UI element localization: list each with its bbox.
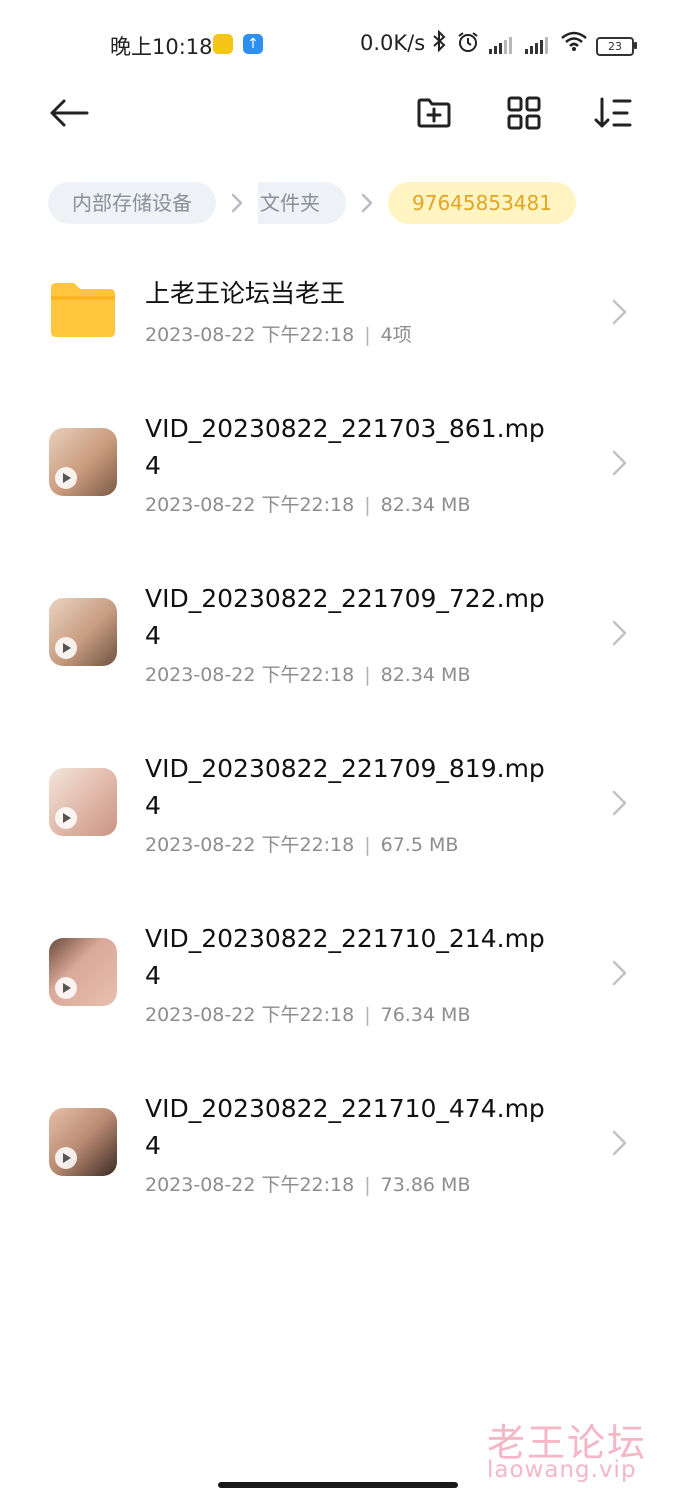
folder-row[interactable]: 上老王论坛当老王 2023-08-22 下午22:18 | 4项 [0,250,675,380]
chevron-right-icon [612,299,627,325]
file-date: 2023-08-22 下午22:18 [145,664,355,686]
file-date: 2023-08-22 下午22:18 [145,1174,355,1196]
file-date: 2023-08-22 下午22:18 [145,834,355,856]
sort-button[interactable] [588,88,638,138]
breadcrumb: 内部存储设备 文件夹 97645853481 [48,181,576,225]
video-thumbnail [49,428,117,496]
file-size: 82.34 MB [380,494,471,516]
wifi-icon [560,30,588,57]
file-meta: 2023-08-22 下午22:18 | 76.34 MB [145,1000,471,1027]
status-time: 晚上10:18 [110,35,213,59]
app-notification-icon [213,34,233,54]
chevron-right-icon [612,960,627,986]
breadcrumb-item-current[interactable]: 97645853481 [388,182,576,224]
file-meta: 2023-08-22 下午22:18 | 82.34 MB [145,660,471,687]
file-name: VID_20230822_221710_214.mp4 [145,924,545,990]
file-name: VID_20230822_221703_861.mp4 [145,414,545,480]
alarm-icon [456,30,480,59]
upload-app-icon: ↑ [243,34,263,54]
chevron-right-icon [612,790,627,816]
file-meta: 2023-08-22 下午22:18 | 67.5 MB [145,830,458,857]
file-meta: 2023-08-22 下午22:18 | 82.34 MB [145,490,471,517]
file-row[interactable]: VID_20230822_221710_214.mp4 2023-08-22 下… [0,910,675,1060]
file-date: 2023-08-22 下午22:18 [145,1004,355,1026]
bluetooth-icon [432,29,446,57]
chevron-right-icon [612,620,627,646]
battery-tip [634,42,637,49]
file-row[interactable]: VID_20230822_221709_722.mp4 2023-08-22 下… [0,570,675,720]
chevron-right-icon [346,192,388,214]
watermark-url: laowang.vip [487,1457,637,1483]
meta-separator: | [364,1174,371,1196]
file-size: 82.34 MB [380,664,471,686]
network-speed: 0.0K/s [360,31,426,55]
file-row[interactable]: VID_20230822_221710_474.mp4 2023-08-22 下… [0,1080,675,1230]
back-arrow-icon [50,99,89,127]
meta-separator: | [364,324,371,346]
battery-icon: 23 [596,37,634,56]
file-name: VID_20230822_221709_819.mp4 [145,754,545,820]
file-size: 76.34 MB [380,1004,471,1026]
new-folder-icon [417,98,451,128]
video-thumbnail [49,598,117,666]
breadcrumb-item-folder[interactable]: 文件夹 [258,182,346,224]
file-size: 73.86 MB [380,1174,471,1196]
new-folder-button[interactable] [409,88,459,138]
video-thumbnail [49,768,117,836]
meta-separator: | [364,834,371,856]
file-name: VID_20230822_221710_474.mp4 [145,1094,545,1160]
home-indicator[interactable] [218,1482,458,1488]
status-bar: 晚上10:18 ↑ 0.0K/s 23 [0,0,675,90]
folder-icon [51,283,115,337]
file-item-count: 4项 [380,324,412,346]
file-name: VID_20230822_221709_722.mp4 [145,584,545,650]
chevron-right-icon [216,192,258,214]
signal-icon [489,36,512,54]
chevron-right-icon [612,450,627,476]
signal-icon [525,36,548,54]
play-icon [55,637,77,659]
play-icon [55,807,77,829]
file-date: 2023-08-22 下午22:18 [145,494,355,516]
meta-separator: | [364,1004,371,1026]
breadcrumb-item-internal-storage[interactable]: 内部存储设备 [48,182,216,224]
meta-separator: | [364,494,371,516]
file-meta: 2023-08-22 下午22:18 | 73.86 MB [145,1170,471,1197]
back-button[interactable] [44,88,94,138]
file-row[interactable]: VID_20230822_221709_819.mp4 2023-08-22 下… [0,740,675,890]
file-meta: 2023-08-22 下午22:18 | 4项 [145,320,412,347]
grid-view-icon [507,96,541,130]
sort-icon [594,97,632,128]
play-icon [55,977,77,999]
file-size: 67.5 MB [380,834,459,856]
chevron-right-icon [612,1130,627,1156]
grid-view-button[interactable] [499,88,549,138]
video-thumbnail [49,938,117,1006]
play-icon [55,1147,77,1169]
file-row[interactable]: VID_20230822_221703_861.mp4 2023-08-22 下… [0,400,675,550]
meta-separator: | [364,664,371,686]
play-icon [55,467,77,489]
file-date: 2023-08-22 下午22:18 [145,324,355,346]
file-name: 上老王论坛当老王 [145,279,346,308]
video-thumbnail [49,1108,117,1176]
